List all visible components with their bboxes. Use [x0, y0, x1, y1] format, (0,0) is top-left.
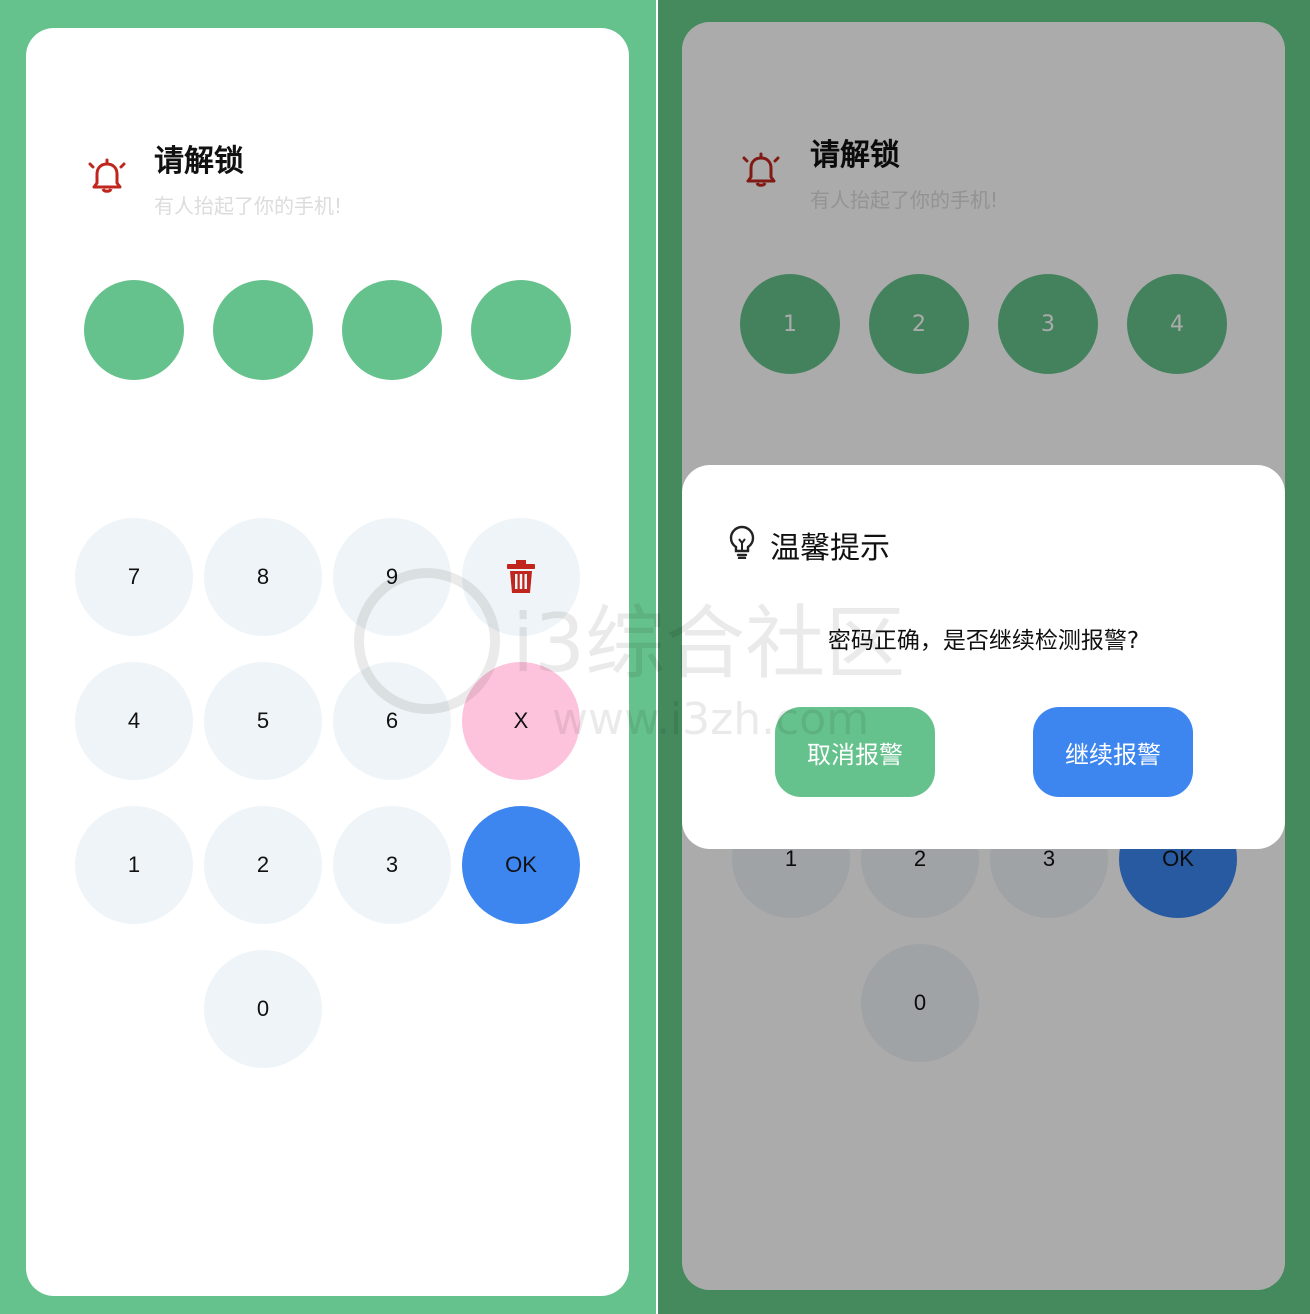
dialog-message: 密码正确，是否继续检测报警?	[827, 628, 1140, 654]
unlock-card: 请解锁 有人抬起了你的手机! 7 8 9 4 5 6 X 1 2 3 OK 0	[26, 28, 629, 1296]
clear-button[interactable]: X	[462, 662, 580, 780]
dialog-title: 温馨提示	[770, 531, 890, 566]
left-screen: 请解锁 有人抬起了你的手机! 7 8 9 4 5 6 X 1 2 3 OK 0	[0, 0, 656, 1314]
key-4[interactable]: 4	[75, 662, 193, 780]
key-6[interactable]: 6	[333, 662, 451, 780]
key-9[interactable]: 9	[333, 518, 451, 636]
key-2[interactable]: 2	[204, 806, 322, 924]
right-screen: 请解锁 有人抬起了你的手机! 1 2 3 4 1 2 3 OK 0 温馨提示 密…	[658, 0, 1310, 1314]
alert-dialog: 温馨提示 密码正确，是否继续检测报警? 取消报警 继续报警	[682, 465, 1285, 849]
lightbulb-icon	[729, 525, 755, 559]
delete-button[interactable]	[462, 518, 580, 636]
key-1[interactable]: 1	[75, 806, 193, 924]
key-3[interactable]: 3	[333, 806, 451, 924]
key-0[interactable]: 0	[204, 950, 322, 1068]
ok-button[interactable]: OK	[462, 806, 580, 924]
keypad: 7 8 9 4 5 6 X 1 2 3 OK 0	[26, 28, 629, 1296]
trash-icon	[507, 560, 535, 593]
unlock-card-dimmed: 请解锁 有人抬起了你的手机! 1 2 3 4 1 2 3 OK 0 温馨提示 密…	[682, 22, 1285, 1290]
key-8[interactable]: 8	[204, 518, 322, 636]
cancel-alarm-button[interactable]: 取消报警	[775, 707, 935, 797]
key-5[interactable]: 5	[204, 662, 322, 780]
continue-alarm-button[interactable]: 继续报警	[1033, 707, 1193, 797]
key-7[interactable]: 7	[75, 518, 193, 636]
